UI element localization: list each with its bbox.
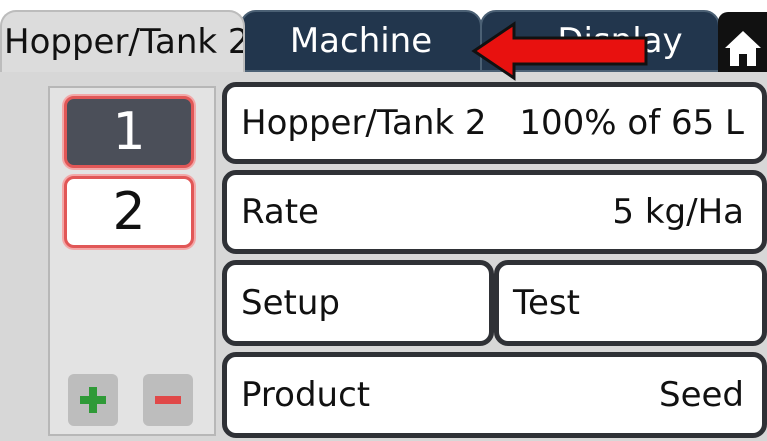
tab-hopper-tank-2[interactable]: Hopper/Tank 2 [0,10,245,72]
product-row[interactable]: Product Seed [222,352,767,438]
remove-button[interactable] [143,374,193,426]
tab-machine-label: Machine [289,21,433,61]
minus-icon [155,396,181,404]
red-arrow-annotation [471,21,648,81]
add-button[interactable] [68,374,118,426]
setup-label: Setup [241,283,340,323]
test-button[interactable]: Test [494,260,767,346]
setup-button[interactable]: Setup [222,260,494,346]
rate-row[interactable]: Rate 5 kg/Ha [222,170,767,254]
tab-bar: Hopper/Tank 2 Machine Display [0,0,767,72]
product-value: Seed [659,375,744,415]
tank-1-button[interactable]: 1 [64,96,194,168]
hopper-tank-label: Hopper/Tank 2 [241,103,487,143]
plus-icon [80,387,106,413]
home-icon [724,31,761,66]
tab-hopper-tank-2-label: Hopper/Tank 2 [4,22,245,62]
tank-2-label: 2 [112,182,146,242]
test-label: Test [513,283,580,323]
hopper-tank-value: 100% of 65 L [519,103,744,143]
tank-2-button[interactable]: 2 [64,176,194,248]
product-label: Product [241,375,371,415]
home-button[interactable] [718,12,767,72]
rate-label: Rate [241,192,319,232]
tank-1-label: 1 [112,102,146,162]
hopper-tank-row[interactable]: Hopper/Tank 2 100% of 65 L [222,82,767,164]
tab-machine[interactable]: Machine [240,10,482,72]
rate-value: 5 kg/Ha [612,192,744,232]
